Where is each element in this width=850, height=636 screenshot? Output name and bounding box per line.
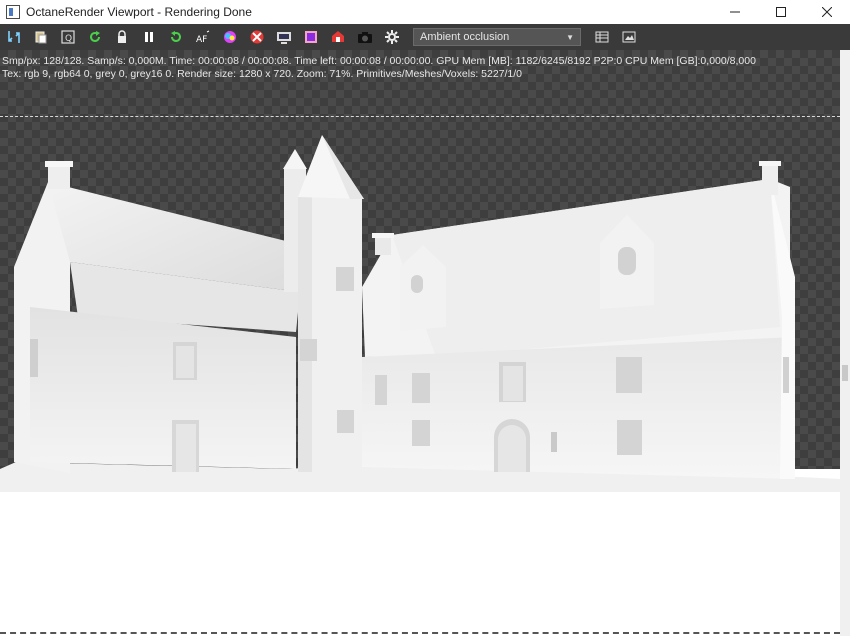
title-bar: OctaneRender Viewport - Rendering Done [0, 0, 850, 24]
region-render-button[interactable]: Q [59, 28, 77, 46]
film-region-icon [305, 31, 317, 43]
viewport-scrollbar[interactable] [840, 50, 850, 636]
restart-render-button[interactable] [86, 28, 104, 46]
pause-icon [145, 32, 153, 42]
copy-clipboard-button[interactable] [32, 28, 50, 46]
image-view-icon [622, 31, 636, 43]
scrollbar-thumb[interactable] [842, 365, 848, 381]
minimize-button[interactable] [712, 0, 758, 24]
camera-button[interactable] [356, 28, 374, 46]
render-layer-icon [332, 31, 344, 42]
minimize-icon [730, 11, 740, 13]
save-render-button[interactable] [5, 28, 23, 46]
stats-line-1: Smp/px: 128/128. Samp/s: 0,000M. Time: 0… [2, 55, 756, 67]
save-render-icon [8, 31, 20, 43]
lock-icon [118, 30, 126, 43]
autofocus-icon: AF [196, 30, 210, 45]
restart-render-icon [90, 31, 100, 42]
reset-icon [171, 31, 181, 42]
castle-render [0, 135, 840, 636]
chevron-down-icon: ▼ [566, 32, 574, 42]
clay-mode-button[interactable] [248, 28, 266, 46]
app-window-icon [6, 5, 20, 19]
reset-button[interactable] [167, 28, 185, 46]
camera-icon [358, 32, 372, 43]
render-mode-select[interactable]: Ambient occlusion ▼ [413, 28, 581, 46]
settings-button[interactable] [383, 28, 401, 46]
render-viewport[interactable]: Smp/px: 128/128. Samp/s: 0,000M. Time: 0… [0, 50, 840, 636]
rendered-image [0, 117, 840, 636]
maximize-icon [776, 7, 786, 17]
pause-button[interactable] [140, 28, 158, 46]
close-button[interactable] [804, 0, 850, 24]
settings-gear-icon [385, 30, 399, 44]
autofocus-button[interactable]: AF [194, 28, 212, 46]
film-region-button[interactable] [302, 28, 320, 46]
window-controls [712, 0, 850, 24]
clay-mode-icon [250, 30, 264, 44]
maximize-button[interactable] [758, 0, 804, 24]
grid-view-icon [595, 31, 609, 43]
render-layer-button[interactable] [329, 28, 347, 46]
grid-view-button[interactable] [593, 28, 611, 46]
render-mode-value: Ambient occlusion [420, 31, 510, 43]
image-view-button[interactable] [620, 28, 638, 46]
color-picker-icon [224, 31, 236, 43]
lock-button[interactable] [113, 28, 131, 46]
render-passes-icon [277, 32, 291, 44]
region-render-icon: Q [61, 30, 75, 44]
viewport-toolbar: Q AF Ambient occlusion ▼ [0, 24, 850, 50]
render-stats: Smp/px: 128/128. Samp/s: 0,000M. Time: 0… [2, 55, 756, 81]
render-frame-bottom [0, 632, 840, 634]
close-icon [822, 7, 832, 17]
color-picker-button[interactable] [221, 28, 239, 46]
svg-text:AF: AF [196, 35, 207, 45]
window-title: OctaneRender Viewport - Rendering Done [26, 5, 252, 19]
render-passes-button[interactable] [275, 28, 293, 46]
svg-text:Q: Q [65, 34, 72, 44]
copy-clipboard-icon [35, 31, 47, 44]
stats-line-2: Tex: rgb 9, rgb64 0, grey 0, grey16 0. R… [2, 68, 523, 80]
